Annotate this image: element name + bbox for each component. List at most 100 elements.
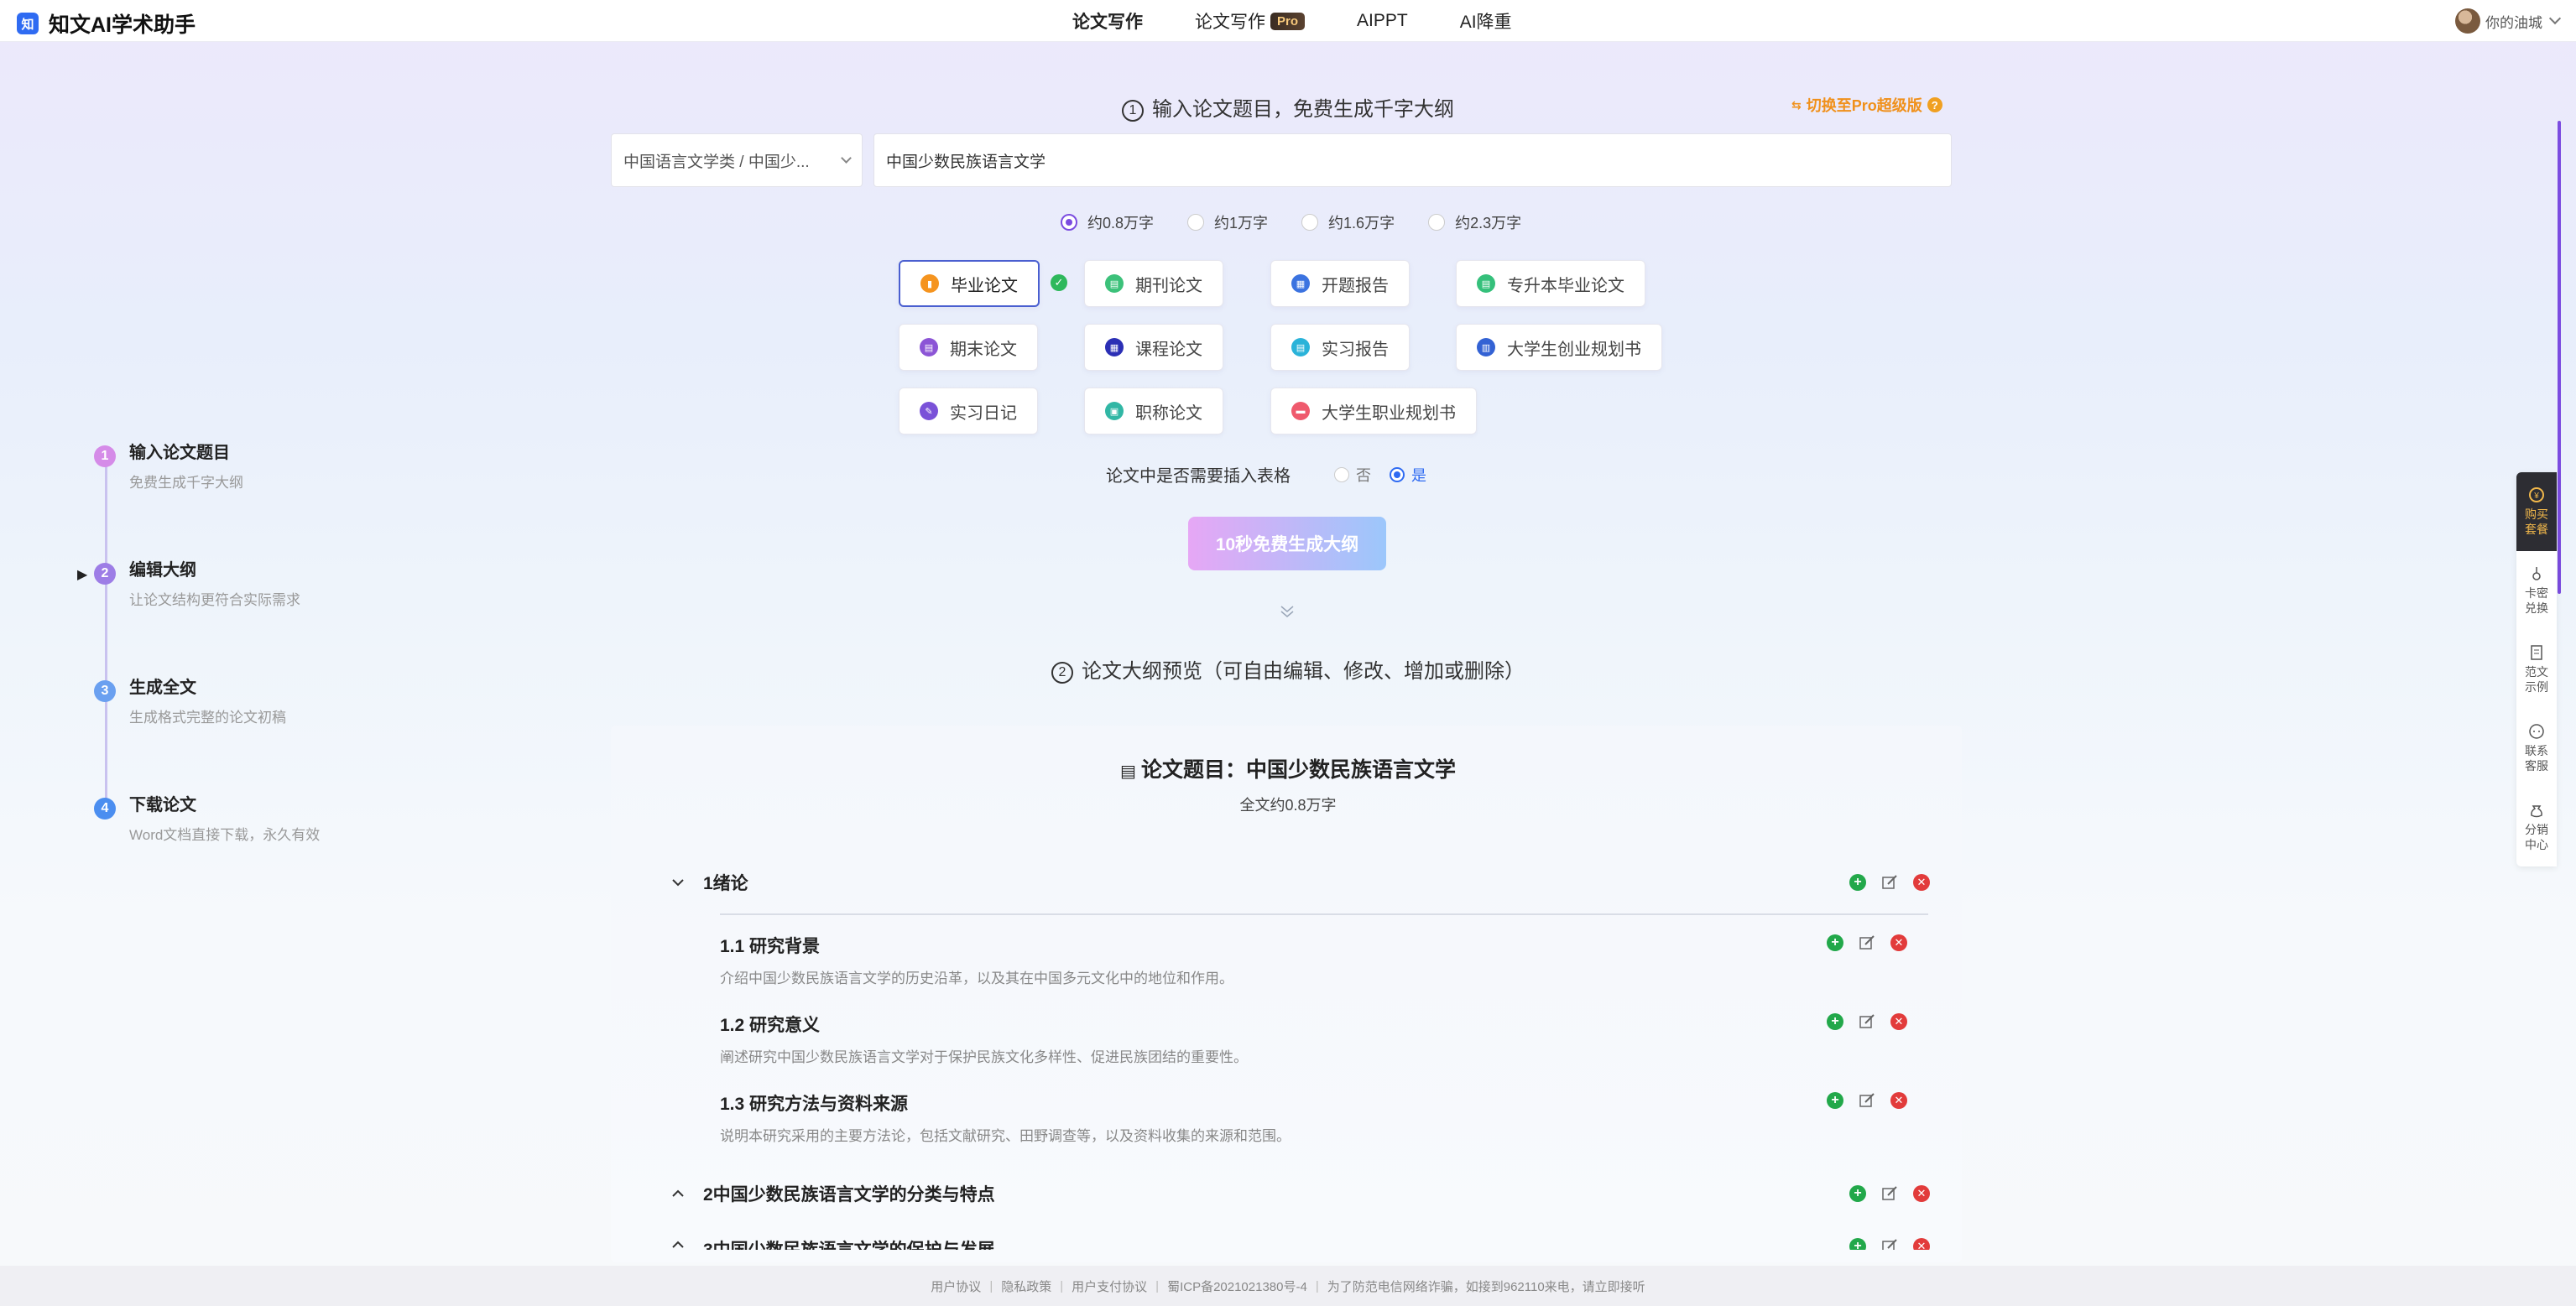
delete-icon[interactable]: ✕ <box>1913 1185 1930 1202</box>
step-subtitle: 生成格式完整的论文初稿 <box>129 710 286 726</box>
sample-essays-button[interactable]: 范文示例 <box>2516 630 2557 709</box>
word-option-0[interactable]: 约0.8万字 <box>1061 211 1154 233</box>
contact-support-button[interactable]: 联系客服 <box>2516 709 2557 788</box>
section-actions: + ✕ <box>1812 1092 1907 1109</box>
section-title: 论文大纲预览（可自由编辑、修改、增加或删除） <box>1082 660 1525 683</box>
edit-icon[interactable] <box>1881 874 1898 891</box>
side-toolbar: ¥ 购买套餐 卡密兑换 范文示例 联系客服 分销中心 <box>2516 472 2557 866</box>
type-course-paper[interactable]: ▦ 课程论文 <box>1084 324 1223 371</box>
section-2-heading: 2 论文大纲预览（可自由编辑、修改、增加或删除） <box>0 654 2576 684</box>
type-upgrade-thesis[interactable]: ▤ 专升本毕业论文 <box>1456 260 1645 307</box>
delete-icon[interactable]: ✕ <box>1913 874 1930 891</box>
section-actions: + ✕ <box>1812 1013 1907 1030</box>
clipboard-icon: ▤ <box>1291 338 1310 356</box>
edit-icon[interactable] <box>1881 1238 1898 1250</box>
add-icon[interactable]: + <box>1849 1238 1866 1250</box>
type-internship-diary[interactable]: ✎ 实习日记 <box>899 388 1038 434</box>
type-title-paper[interactable]: ▣ 职称论文 <box>1084 388 1223 434</box>
table-option-yes[interactable]: 是 <box>1390 464 1426 486</box>
footer-link-payment-agreement[interactable]: 用户支付协议 <box>1072 1277 1147 1295</box>
logo[interactable]: 知 知文AI学术助手 <box>17 8 196 39</box>
footer: 用户协议 | 隐私政策 | 用户支付协议 | 蜀ICP备2021021380号-4 | … <box>0 1266 2576 1306</box>
type-internship-report[interactable]: ▤ 实习报告 <box>1270 324 1410 371</box>
delete-icon[interactable]: ✕ <box>1913 1238 1930 1250</box>
outline-title: ▤ 论文题目：中国少数民族语言文学 <box>0 753 2576 783</box>
chapter-title[interactable]: 2中国少数民族语言文学的分类与特点 <box>703 1181 995 1206</box>
user-menu[interactable]: 你的油城 <box>2455 8 2562 34</box>
nav-item-ai-rewrite[interactable]: AI降重 <box>1460 8 1512 34</box>
delete-icon[interactable]: ✕ <box>1890 1013 1907 1030</box>
topic-input[interactable] <box>873 133 1952 187</box>
switch-pro-link[interactable]: ⇆ 切换至Pro超级版 ? <box>1791 94 1942 116</box>
nav-label: AI降重 <box>1459 13 1512 32</box>
type-proposal-report[interactable]: ▦ 开题报告 <box>1270 260 1410 307</box>
type-journal-paper[interactable]: ▤ 期刊论文 <box>1084 260 1223 307</box>
add-icon[interactable]: + <box>1827 1092 1843 1109</box>
money-bag-icon <box>2531 805 2542 818</box>
word-option-2[interactable]: 约1.6万字 <box>1301 211 1395 233</box>
chevron-down-icon[interactable] <box>671 876 685 889</box>
chapter-row: 1绪论 + ✕ <box>671 866 1930 899</box>
add-icon[interactable]: + <box>1827 934 1843 951</box>
distribution-center-button[interactable]: 分销中心 <box>2516 788 2557 866</box>
delete-icon[interactable]: ✕ <box>1890 934 1907 951</box>
footer-link-user-agreement[interactable]: 用户协议 <box>931 1277 981 1295</box>
type-final-paper[interactable]: ▤ 期末论文 <box>899 324 1038 371</box>
document-icon: ▤ <box>1120 762 1136 781</box>
nav-item-thesis[interactable]: 论文写作 <box>1072 8 1143 34</box>
add-icon[interactable]: + <box>1849 874 1866 891</box>
footer-link-privacy[interactable]: 隐私政策 <box>1001 1277 1051 1295</box>
section-number: 2 <box>1051 662 1073 684</box>
side-label: 分销中心 <box>2525 823 2548 851</box>
type-startup-plan[interactable]: ▥ 大学生创业规划书 <box>1456 324 1662 371</box>
word-option-3[interactable]: 约2.3万字 <box>1428 211 1521 233</box>
buy-package-button[interactable]: ¥ 购买套餐 <box>2516 472 2557 551</box>
type-graduation-thesis[interactable]: ▮ 毕业论文 <box>899 260 1040 307</box>
step-1[interactable]: 1 输入论文题目 免费生成千字大纲 <box>94 440 243 492</box>
side-label: 购买套餐 <box>2525 507 2548 536</box>
help-icon[interactable]: ? <box>1927 97 1942 112</box>
add-icon[interactable]: + <box>1827 1013 1843 1030</box>
coin-icon: ¥ <box>2529 487 2544 502</box>
chapter-row: 2中国少数民族语言文学的分类与特点 + ✕ <box>671 1177 1930 1210</box>
pro-badge: Pro <box>1270 12 1306 30</box>
table-option-no[interactable]: 否 <box>1334 464 1371 486</box>
edit-icon[interactable] <box>1859 1013 1875 1030</box>
edit-icon[interactable] <box>1859 1092 1875 1109</box>
chapter-actions: + ✕ <box>1834 874 1930 891</box>
diary-icon: ✎ <box>920 402 938 420</box>
section-number: 1 <box>1122 100 1144 122</box>
chat-icon <box>2529 724 2544 739</box>
scrollbar[interactable] <box>2558 121 2561 594</box>
book-icon: ▤ <box>1477 274 1495 293</box>
section-title[interactable]: 1.2 研究意义 <box>720 1012 820 1037</box>
radio-label: 是 <box>1411 466 1426 484</box>
card-redeem-button[interactable]: 卡密兑换 <box>2516 551 2557 630</box>
step-2[interactable]: ▶ 2 编辑大纲 让论文结构更符合实际需求 <box>77 558 300 609</box>
type-career-plan[interactable]: ▬ 大学生职业规划书 <box>1270 388 1477 434</box>
add-icon[interactable]: + <box>1849 1185 1866 1202</box>
type-label: 大学生职业规划书 <box>1322 403 1456 423</box>
nav-item-aippt[interactable]: AIPPT <box>1357 11 1408 31</box>
section-title[interactable]: 1.3 研究方法与资料来源 <box>720 1090 908 1116</box>
delete-icon[interactable]: ✕ <box>1890 1092 1907 1109</box>
edit-icon[interactable] <box>1859 934 1875 951</box>
chapter-title[interactable]: 3中国少数民族语言文学的保护与发展 <box>703 1236 995 1250</box>
section-title[interactable]: 1.1 研究背景 <box>720 933 820 958</box>
chevron-up-icon[interactable] <box>671 1187 685 1200</box>
chevron-up-icon[interactable] <box>671 1238 685 1250</box>
word-option-1[interactable]: 约1万字 <box>1187 211 1268 233</box>
edit-icon[interactable] <box>1881 1185 1898 1202</box>
nav-item-thesis-pro[interactable]: 论文写作 Pro <box>1195 8 1306 34</box>
logo-mark: 知 <box>17 13 39 34</box>
footer-link-icp[interactable]: 蜀ICP备2021021380号-4 <box>1167 1277 1307 1295</box>
step-number: 1 <box>94 445 116 467</box>
generate-outline-button[interactable]: 10秒免费生成大纲 <box>1188 517 1386 570</box>
journal-icon: ▤ <box>1105 274 1124 293</box>
document-icon: ▮ <box>920 274 939 293</box>
type-label: 实习日记 <box>950 403 1017 423</box>
category-select[interactable]: 中国语言文学类 / 中国少... <box>611 133 863 187</box>
chapter-title[interactable]: 1绪论 <box>703 870 748 895</box>
step-subtitle: Word文档直接下载，永久有效 <box>129 827 321 843</box>
section-title: 输入论文题目，免费生成千字大纲 <box>1152 98 1454 121</box>
